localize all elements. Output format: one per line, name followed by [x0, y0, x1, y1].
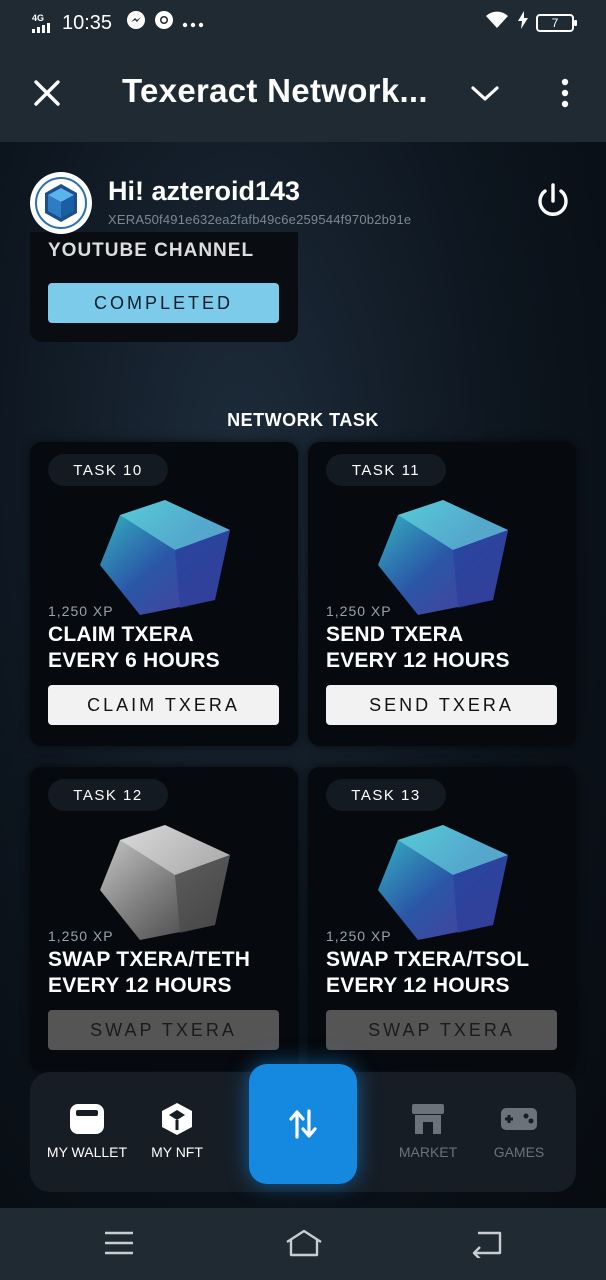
task-label: TASK 11	[326, 454, 446, 486]
task-name-line2: EVERY 6 HOURS	[48, 649, 220, 672]
status-time: 10:35	[62, 11, 113, 34]
chrome-icon	[154, 10, 174, 36]
system-nav-bar	[0, 1208, 606, 1280]
messenger-icon	[126, 10, 146, 36]
status-right: 7	[484, 10, 577, 36]
market-store-icon	[383, 1100, 473, 1138]
previous-task-card: YOUTUBE CHANNEL COMPLETED	[30, 232, 298, 342]
task-label: TASK 12	[48, 779, 168, 811]
close-icon[interactable]	[30, 76, 64, 110]
previous-task-title: YOUTUBE CHANNEL	[48, 240, 255, 261]
task-xp: 1,250 XP	[48, 603, 114, 619]
nft-cube-icon	[132, 1100, 222, 1138]
back-icon[interactable]	[470, 1228, 504, 1260]
task-name: SEND TXERA EVERY 12 HOURS	[326, 622, 566, 674]
gamepad-icon	[474, 1100, 564, 1138]
wallet-address: XERA50f491e632ea2fafb49c6e259544f970b2b9…	[108, 212, 412, 227]
chevron-down-icon[interactable]	[468, 78, 502, 108]
greeting: Hi! azteroid143	[108, 176, 301, 206]
bottom-nav: MY WALLET MY NFT MARKET GAMES	[30, 1064, 576, 1192]
nav-label: GAMES	[493, 1144, 545, 1160]
swap-fab-button[interactable]	[249, 1064, 357, 1184]
more-vert-icon[interactable]	[552, 76, 578, 110]
cube-image	[358, 815, 528, 945]
app-title: Texeract Network...	[122, 72, 428, 109]
task-card: TASK 11 1,250 XP SEND TXERA EVERY 12 HOU…	[308, 442, 576, 746]
claim-txera-button[interactable]: CLAIM TXERA	[48, 685, 279, 725]
task-name-line1: SEND TXERA	[326, 623, 464, 646]
task-name-line2: EVERY 12 HOURS	[48, 974, 232, 997]
nav-label: MARKET	[398, 1144, 458, 1160]
main-content[interactable]: YOUTUBE CHANNEL COMPLETED Hi! azteroid14…	[0, 142, 606, 1208]
task-label: TASK 13	[326, 779, 446, 811]
charging-icon	[518, 11, 528, 35]
battery-icon: 7	[536, 14, 577, 32]
avatar[interactable]	[30, 172, 92, 234]
task-name: CLAIM TXERA EVERY 6 HOURS	[48, 622, 288, 674]
nav-games[interactable]: GAMES	[474, 1100, 564, 1160]
network-type: 4G	[32, 12, 45, 23]
menu-icon[interactable]	[102, 1228, 136, 1258]
nav-my-nft[interactable]: MY NFT	[132, 1100, 222, 1160]
task-name-line2: EVERY 12 HOURS	[326, 649, 510, 672]
task-label: TASK 10	[48, 454, 168, 486]
profile-header: Hi! azteroid143 XERA50f491e632ea2fafb49c…	[30, 172, 576, 236]
swap-arrows-icon	[289, 1109, 317, 1139]
app-bar: Texeract Network...	[0, 46, 606, 142]
power-icon[interactable]	[534, 182, 572, 220]
home-icon[interactable]	[284, 1228, 324, 1258]
wifi-icon	[484, 10, 510, 36]
task-name-line1: SWAP TXERA/TSOL	[326, 948, 530, 971]
task-name-line2: EVERY 12 HOURS	[326, 974, 510, 997]
cube-image	[80, 490, 250, 620]
more-notifications-icon	[182, 12, 204, 35]
task-name-line1: SWAP TXERA/TETH	[48, 948, 251, 971]
nav-my-wallet[interactable]: MY WALLET	[42, 1100, 132, 1160]
battery-level: 7	[551, 16, 559, 30]
task-xp: 1,250 XP	[48, 928, 114, 944]
nav-market[interactable]: MARKET	[383, 1100, 473, 1160]
task-xp: 1,250 XP	[326, 603, 392, 619]
section-title: NETWORK TASK	[227, 410, 379, 430]
cube-image	[358, 490, 528, 620]
cell-signal-icon: 4G	[32, 12, 50, 33]
task-card: TASK 13 1,250 XP SWAP TXERA/TSOL EVERY 1…	[308, 767, 576, 1071]
status-left: 4G 10:35	[32, 10, 204, 36]
task-xp: 1,250 XP	[326, 928, 392, 944]
cube-image	[80, 815, 250, 945]
wallet-icon	[42, 1100, 132, 1138]
nav-label: MY WALLET	[46, 1144, 128, 1160]
swap-txera-button[interactable]: SWAP TXERA	[326, 1010, 557, 1050]
swap-txera-button[interactable]: SWAP TXERA	[48, 1010, 279, 1050]
status-bar: 4G 10:35 7	[0, 0, 606, 46]
nav-label: MY NFT	[151, 1144, 203, 1160]
task-card: TASK 12 1,250 XP SWAP TXERA/TETH EVERY 1…	[30, 767, 298, 1071]
task-name: SWAP TXERA/TETH EVERY 12 HOURS	[48, 947, 288, 999]
task-name: SWAP TXERA/TSOL EVERY 12 HOURS	[326, 947, 566, 999]
task-name-line1: CLAIM TXERA	[48, 623, 194, 646]
completed-button[interactable]: COMPLETED	[48, 283, 279, 323]
send-txera-button[interactable]: SEND TXERA	[326, 685, 557, 725]
task-card: TASK 10 1,250 XP CLAIM TXERA EVERY 6 HOU…	[30, 442, 298, 746]
